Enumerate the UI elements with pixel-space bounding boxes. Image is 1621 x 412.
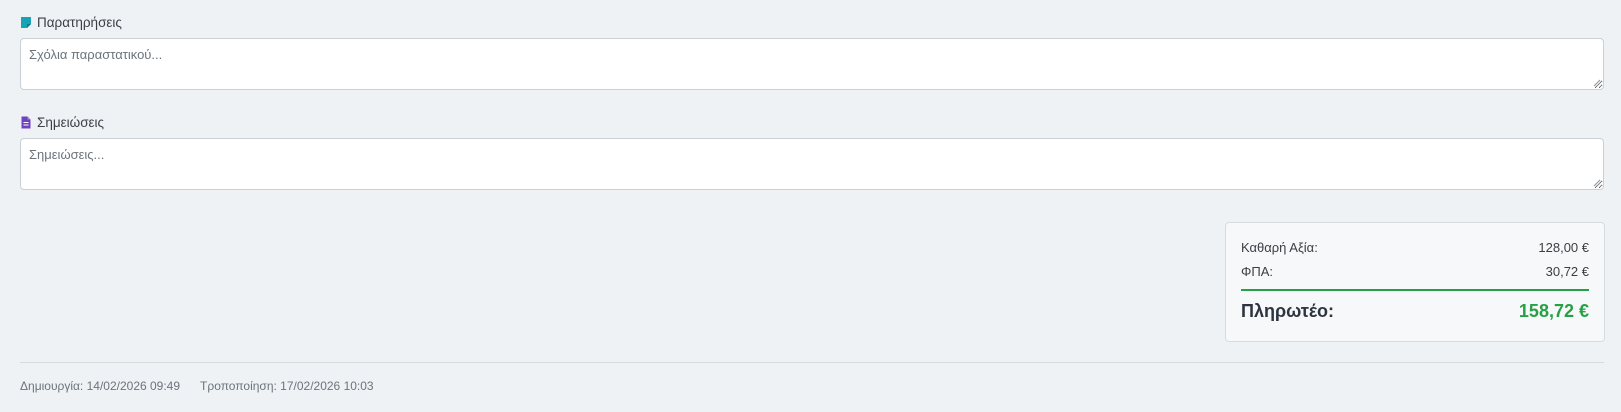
file-text-icon [20, 116, 32, 129]
vat-label: ΦΠΑ: [1241, 264, 1274, 279]
vat-amount: 30,72 € [1545, 264, 1589, 279]
remarks-label-text: Παρατηρήσεις [37, 15, 122, 30]
sticky-note-icon [20, 16, 32, 29]
modified-timestamp: Τροποποίηση: 17/02/2026 10:03 [200, 379, 374, 393]
created-timestamp: Δημιουργία: 14/02/2026 09:49 [20, 379, 181, 393]
net-value-label: Καθαρή Αξία: [1241, 240, 1318, 255]
payable-row: Πληρωτέο: 158,72 € [1241, 301, 1589, 322]
net-value-row: Καθαρή Αξία: 128,00 € [1241, 240, 1589, 255]
remarks-label: Παρατηρήσεις [20, 15, 122, 30]
footer-meta: Δημιουργία: 14/02/2026 09:49 Τροποποίηση… [20, 379, 374, 393]
remarks-textarea[interactable] [20, 38, 1604, 90]
net-value-amount: 128,00 € [1538, 240, 1589, 255]
notes-textarea[interactable] [20, 138, 1604, 190]
notes-label: Σημειώσεις [20, 115, 104, 130]
totals-summary: Καθαρή Αξία: 128,00 € ΦΠΑ: 30,72 € Πληρω… [1225, 222, 1605, 342]
vat-row: ΦΠΑ: 30,72 € [1241, 264, 1589, 279]
totals-divider [1241, 289, 1589, 291]
notes-label-text: Σημειώσεις [37, 115, 105, 130]
footer-divider [20, 362, 1604, 363]
payable-amount: 158,72 € [1518, 301, 1589, 321]
payable-label: Πληρωτέο: [1241, 301, 1334, 321]
